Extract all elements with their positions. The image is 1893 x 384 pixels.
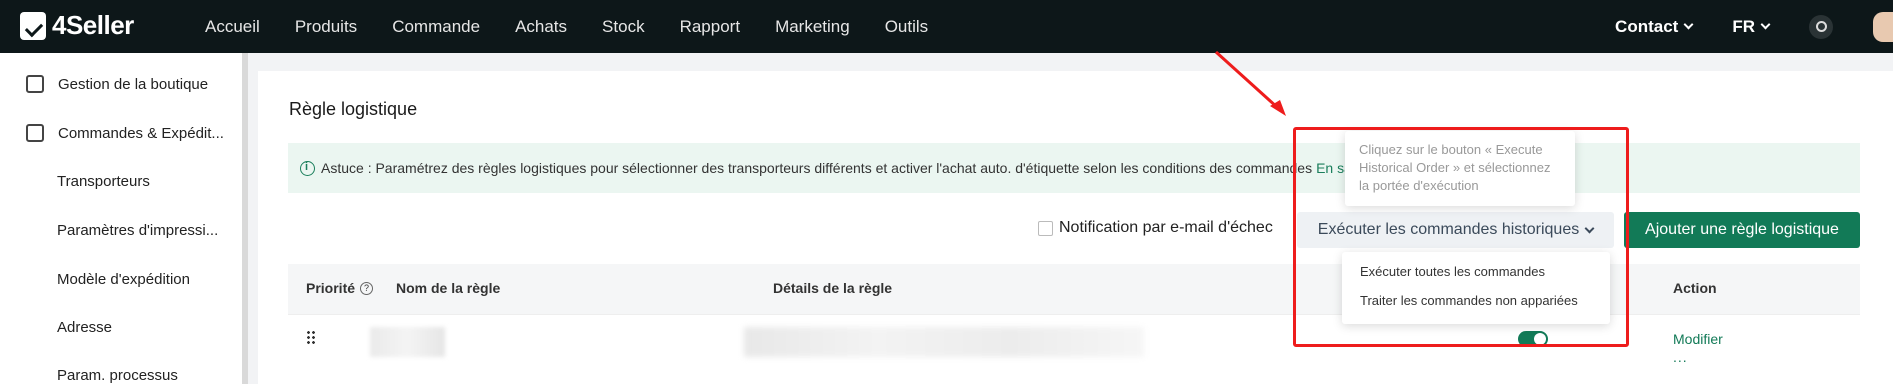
nav-produits[interactable]: Produits [295, 17, 357, 37]
sidebar-item-label: Commandes & Expédit... [58, 124, 224, 142]
add-logistics-rule-button[interactable]: Ajouter une règle logistique [1624, 212, 1860, 248]
main-content: Règle logistique Astuce : Paramétrez des… [258, 71, 1893, 384]
redacted-rule-name [370, 327, 445, 357]
column-priority: Priorité ? [306, 280, 374, 296]
drag-handle-icon[interactable] [306, 330, 316, 346]
brand-name: 4Seller [52, 10, 134, 40]
chevron-down-icon [1683, 19, 1694, 30]
redacted-rule-details [744, 327, 1144, 357]
sidebar-item-orders-shipping[interactable]: Commandes & Expédit... [0, 124, 240, 142]
nav-stock[interactable]: Stock [602, 17, 645, 37]
main-nav: Accueil Produits Commande Achats Stock R… [205, 0, 963, 53]
contact-label: Contact [1615, 16, 1679, 36]
sidebar: Gestion de la boutique Commandes & Expéd… [0, 53, 248, 384]
nav-outils[interactable]: Outils [885, 17, 928, 37]
top-navbar: 4Seller Accueil Produits Commande Achats… [0, 0, 1893, 53]
topbar-right: Contact FR [1615, 0, 1893, 53]
column-priority-label: Priorité [306, 280, 356, 296]
info-icon [300, 160, 315, 176]
annotation-highlight-box [1293, 127, 1629, 347]
column-rule-name: Nom de la règle [396, 280, 501, 296]
notification-label: Notification par e-mail d'échec [1059, 219, 1273, 236]
nav-accueil[interactable]: Accueil [205, 17, 260, 37]
column-action: Action [1673, 280, 1717, 296]
sidebar-item-label: Gestion de la boutique [58, 75, 209, 93]
language-menu[interactable]: FR [1732, 16, 1771, 37]
annotation-arrow [1214, 50, 1286, 116]
chevron-down-icon [1760, 19, 1771, 30]
nav-commande[interactable]: Commande [392, 17, 480, 37]
help-icon[interactable]: ? [360, 281, 374, 295]
column-rule-details: Détails de la règle [773, 280, 893, 296]
language-label: FR [1732, 16, 1755, 36]
logo-bag-icon [20, 11, 46, 40]
sidebar-item-address[interactable]: Adresse [0, 319, 240, 336]
sidebar-item-process-settings[interactable]: Param. processus [0, 367, 240, 384]
order-icon [26, 124, 44, 142]
nav-rapport[interactable]: Rapport [680, 17, 740, 37]
edit-rule-link[interactable]: Modifier [1673, 331, 1723, 347]
sidebar-item-carriers[interactable]: Transporteurs [0, 173, 240, 190]
contact-menu[interactable]: Contact [1615, 16, 1694, 37]
sidebar-item-print-settings[interactable]: Paramètres d'impressi... [0, 222, 240, 239]
shop-icon [26, 75, 44, 93]
brand-logo[interactable]: 4Seller [20, 10, 134, 41]
nav-marketing[interactable]: Marketing [775, 17, 850, 37]
tip-text: Astuce : Paramétrez des règles logistiqu… [321, 160, 1313, 176]
failure-email-notification[interactable]: Notification par e-mail d'échec [1038, 219, 1273, 237]
sidebar-item-shop-management[interactable]: Gestion de la boutique [0, 75, 240, 93]
more-actions-link[interactable]: ... [1673, 349, 1688, 365]
avatar[interactable] [1873, 11, 1893, 42]
sidebar-item-shipping-template[interactable]: Modèle d'expédition [0, 271, 240, 288]
page-title: Règle logistique [289, 99, 418, 119]
settings-gear-icon[interactable] [1809, 14, 1833, 39]
nav-achats[interactable]: Achats [515, 17, 567, 37]
notification-checkbox[interactable] [1038, 220, 1053, 236]
